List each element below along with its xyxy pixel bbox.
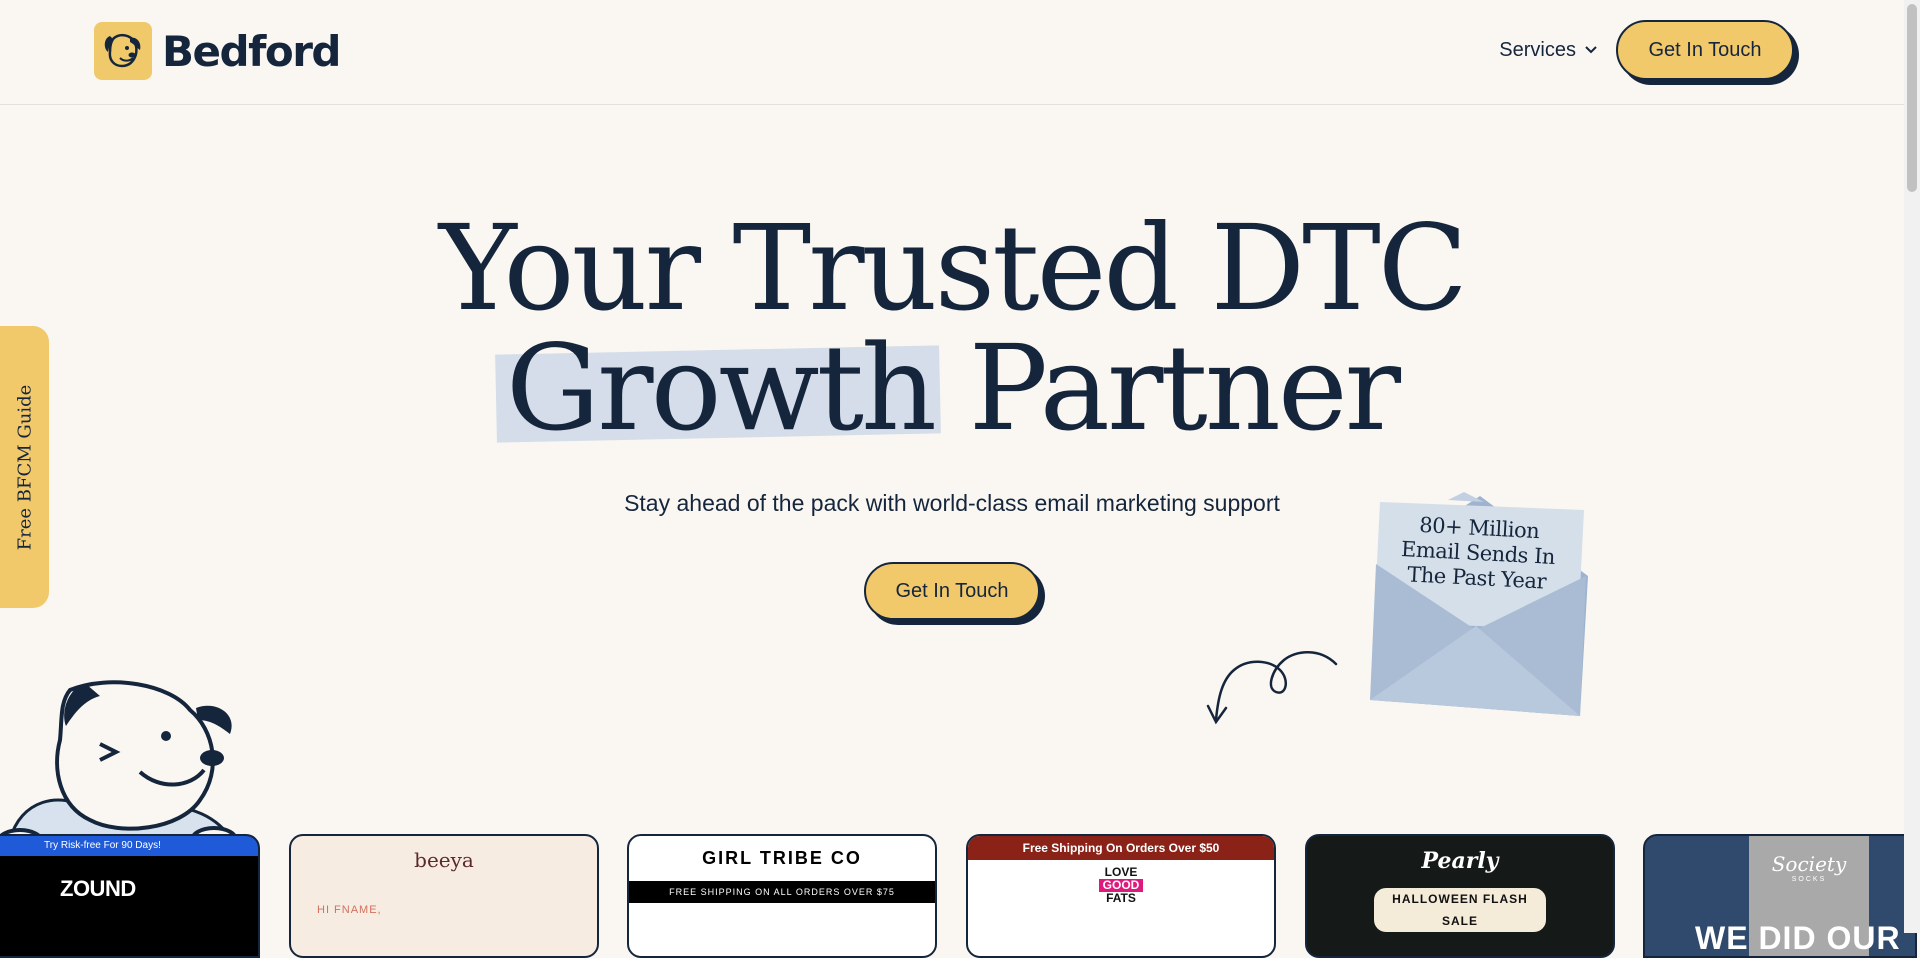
page-scrollbar[interactable] [1904, 0, 1920, 933]
hero-title-line2: Growth Partner [0, 328, 1904, 448]
card-sale-badge: HALLOWEEN FLASH SALE [1374, 888, 1546, 932]
card-brand: beeya [414, 848, 474, 872]
get-in-touch-header-button[interactable]: Get In Touch [1616, 20, 1794, 80]
card-banner: Try Risk-free For 90 Days! [0, 836, 258, 856]
card-brand: ZOUND [60, 876, 136, 901]
email-preview-card[interactable]: beeya HI FNAME, [289, 834, 599, 958]
curly-arrow-icon [1206, 651, 1338, 725]
email-preview-card[interactable]: Society SOCKS WE DID OUR [1643, 834, 1917, 958]
brand-logo[interactable]: Bedford [94, 22, 341, 80]
chevron-down-icon [1585, 46, 1597, 54]
hero-subtitle: Stay ahead of the pack with world-class … [624, 490, 1280, 516]
site-header: Bedford Services Get In Touch [0, 0, 1904, 105]
services-menu[interactable]: Services [1499, 39, 1598, 62]
logo-line-bottom: FATS [1106, 891, 1136, 905]
email-preview-card[interactable]: GIRL TRIBE CO FREE SHIPPING ON ALL ORDER… [627, 834, 937, 958]
sends-stat: 80+ Million Email Sends In The Past Year [1376, 511, 1580, 596]
hero-title-line1: Your Trusted DTC [438, 199, 1468, 337]
card-headline: WE DID OUR [1695, 920, 1901, 956]
card-banner: FREE SHIPPING ON ALL ORDERS OVER $75 [629, 881, 935, 903]
main-nav: Services Get In Touch [1499, 20, 1794, 80]
card-banner: Free Shipping On Orders Over $50 [968, 836, 1274, 860]
brand-name: Bedford [162, 26, 341, 76]
card-brand-sub: SOCKS [1791, 876, 1827, 883]
dog-logo-icon [94, 22, 152, 80]
hero-title-rest: Partner [968, 319, 1402, 457]
email-preview-card[interactable]: Free Shipping On Orders Over $50 LOVE GO… [966, 834, 1276, 958]
services-label: Services [1499, 38, 1576, 61]
card-greeting: HI FNAME, [317, 904, 382, 916]
scrollbar-thumb[interactable] [1907, 4, 1917, 192]
hero-title: Your Trusted DTC Growth Partner [0, 208, 1904, 448]
card-brand: GIRL TRIBE CO [702, 848, 862, 868]
email-preview-card[interactable]: Pearly HALLOWEEN FLASH SALE [1305, 834, 1615, 958]
card-brand-name: Society [1771, 852, 1847, 876]
hero-title-highlight: Growth [505, 319, 937, 457]
get-in-touch-hero-button[interactable]: Get In Touch [864, 562, 1040, 620]
card-brand-logo: LOVE GOOD FATS [968, 866, 1274, 905]
card-brand: Pearly [1421, 848, 1499, 874]
card-brand: Society SOCKS [1749, 852, 1869, 883]
email-preview-card[interactable]: Try Risk-free For 90 Days! ZOUND [0, 834, 260, 958]
